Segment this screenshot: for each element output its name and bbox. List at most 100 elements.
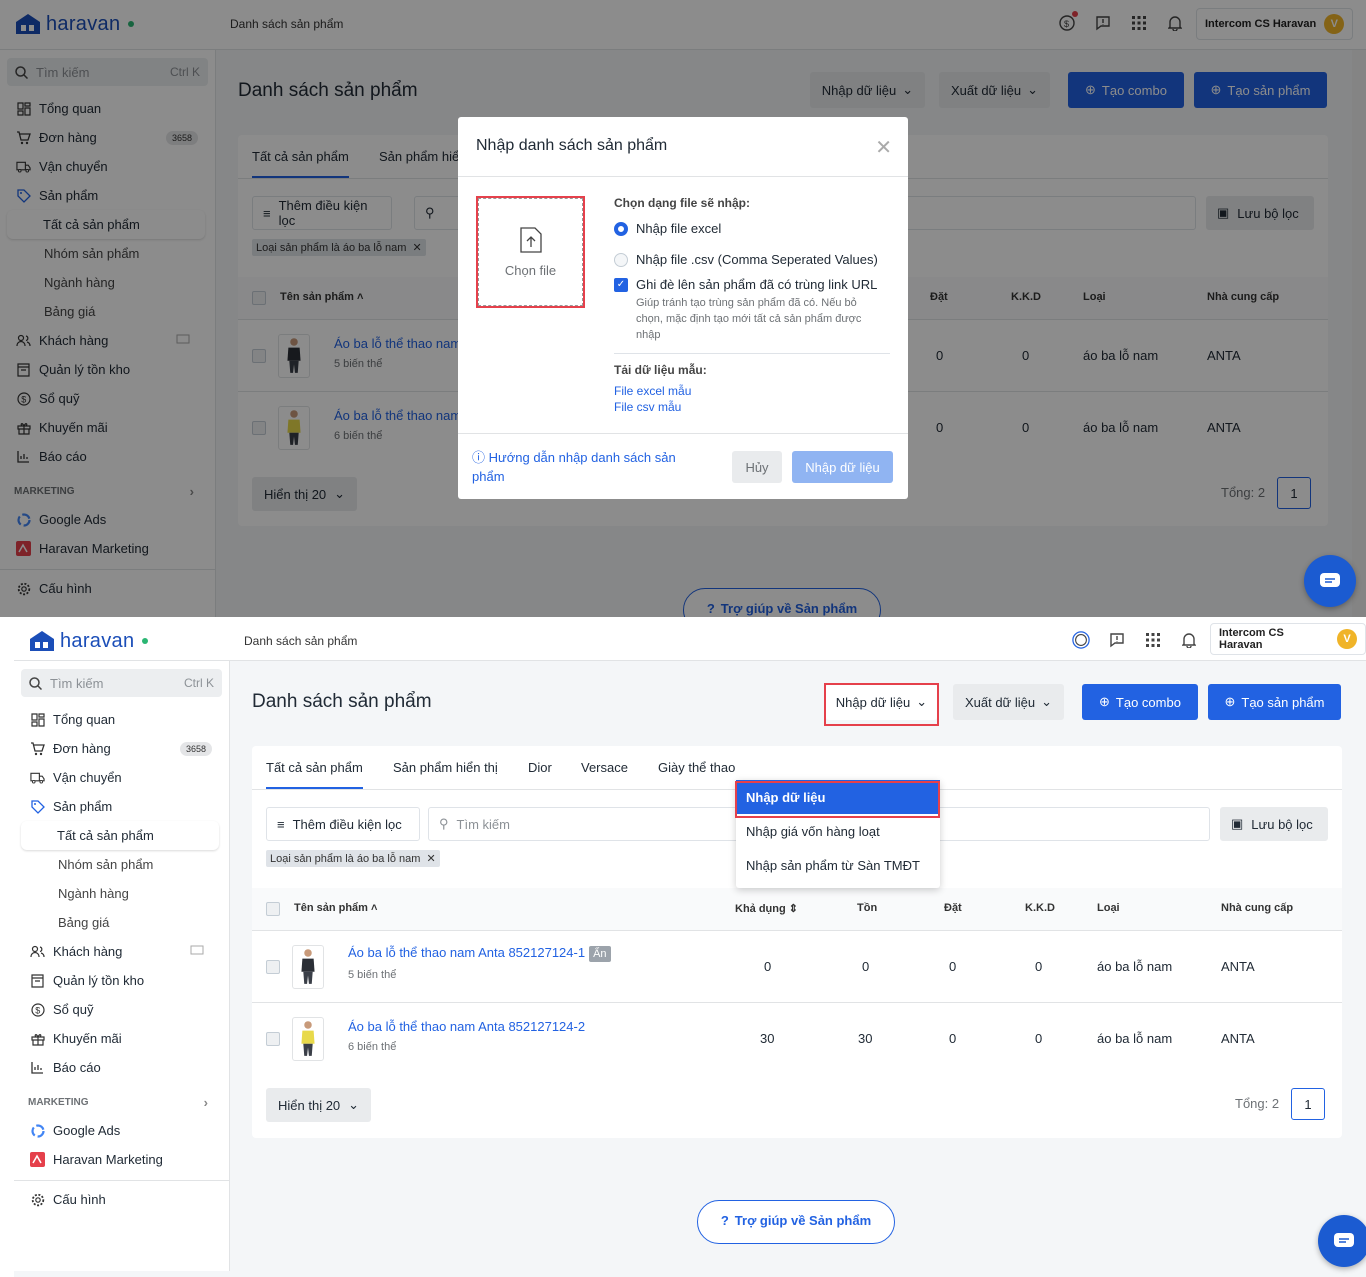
sidebar-item-orders[interactable]: Đơn hàng 3658 (14, 734, 230, 763)
chat-launcher[interactable] (1304, 555, 1356, 607)
table-row[interactable]: Áo ba lỗ thể thao nam Anta 852127124-1 Ẩn… (252, 930, 1342, 1002)
sidebar-item-promotions[interactable]: Khuyến mãi (14, 1024, 230, 1053)
page-size-select[interactable]: Hiển thị 20 ⌄ (266, 1088, 372, 1122)
tab-sneakers[interactable]: Giày thể thao (658, 760, 735, 775)
chevron-right-icon: › (203, 1094, 208, 1110)
breadcrumb: Danh sách sản phẩm (244, 634, 358, 648)
tab-visible-products[interactable]: Sản phẩm hiển thị (393, 760, 498, 775)
help-button[interactable]: ? Trợ giúp về Sản phẩm (697, 1200, 895, 1244)
close-icon[interactable]: ✕ (875, 135, 892, 160)
guide-link[interactable]: ⓘ Hướng dẫn nhập danh sách sản phẩm (472, 448, 702, 486)
chevron-down-icon: ⌄ (348, 1097, 360, 1112)
dropdown-item-import-marketplace[interactable]: Nhập sản phẩm từ Sàn TMĐT (736, 848, 940, 882)
apps-grid-icon[interactable] (1144, 631, 1162, 649)
cart-icon (30, 741, 45, 756)
row-checkbox[interactable] (266, 960, 280, 974)
sync-icon[interactable] (1072, 631, 1090, 649)
product-name-link[interactable]: Áo ba lỗ thể thao nam Anta 852127124-2 (348, 1019, 585, 1034)
save-filter-button[interactable]: ▣ Lưu bộ lọc (1220, 807, 1328, 841)
sidebar-item-categories[interactable]: Ngành hàng (14, 879, 230, 908)
cancel-button[interactable]: Hủy (732, 451, 782, 483)
sidebar-item-products[interactable]: Sản phẩm (14, 792, 230, 821)
table-row[interactable]: Áo ba lỗ thể thao nam Anta 852127124-2 6… (252, 1002, 1342, 1074)
sidebar-item-label: Bảng giá (58, 915, 110, 930)
kkd-value: 0 (1035, 959, 1043, 974)
chat-launcher[interactable] (1318, 1215, 1366, 1267)
col-available[interactable]: Khả dụng ⇕ (735, 902, 798, 915)
tag-icon (30, 799, 45, 814)
sample-excel-link[interactable]: File excel mẫu (614, 384, 691, 398)
vendor-value: ANTA (1221, 959, 1255, 974)
sidebar-item-label: Google Ads (53, 1123, 121, 1138)
sidebar-item-label: Tất cả sản phẩm (57, 828, 154, 843)
col-vendor: Nhà cung cấp (1221, 902, 1294, 914)
col-name[interactable]: Tên sản phẩm ˄ (294, 902, 377, 914)
col-ordered: Đặt (944, 902, 962, 914)
close-icon[interactable]: ✕ (426, 852, 435, 865)
sample-label: Tải dữ liệu mẫu: (614, 363, 707, 377)
screen-icon (190, 944, 204, 959)
sidebar-item-label: Vận chuyển (53, 770, 122, 785)
chevron-down-icon: ⌄ (1041, 694, 1053, 709)
bell-icon[interactable] (1180, 631, 1198, 649)
filter-chip-label: Loại sản phẩm là áo ba lỗ nam (270, 852, 421, 865)
sidebar-item-all-products[interactable]: Tất cả sản phẩm (21, 821, 219, 850)
product-name-label: Áo ba lỗ thể thao nam Anta 852127124-1 (348, 945, 586, 960)
radio-csv[interactable]: Nhập file .csv (Comma Seperated Values) (614, 252, 878, 267)
dropdown-item-import-cost[interactable]: Nhập giá vốn hàng loạt (736, 814, 940, 848)
format-label: Chọn dạng file sẽ nhập: (614, 196, 751, 210)
sample-csv-link[interactable]: File csv mẫu (614, 400, 681, 414)
sidebar-item-settings[interactable]: Cấu hình (14, 1185, 230, 1214)
modal-title: Nhập danh sách sản phẩm (458, 117, 908, 177)
checkmark-icon[interactable]: ✓ (614, 277, 628, 292)
sidebar-search[interactable]: Tìm kiếm Ctrl K (21, 669, 222, 697)
sidebar-item-shipping[interactable]: Vận chuyển (14, 763, 230, 792)
logo-icon (30, 631, 54, 651)
screenshot-import-dropdown: haravan Danh sách sản phẩm Intercom CS H… (0, 617, 1366, 1277)
highlight-box (824, 683, 939, 726)
add-filter-button[interactable]: ≡ Thêm điều kiện lọc (266, 807, 420, 841)
row-checkbox[interactable] (266, 1032, 280, 1046)
sidebar-item-google-ads[interactable]: Google Ads (14, 1116, 230, 1145)
sidebar-item-inventory[interactable]: Quản lý tồn kho (14, 966, 230, 995)
product-name-link[interactable]: Áo ba lỗ thể thao nam Anta 852127124-1 Ẩn (348, 945, 611, 962)
guide-label: Hướng dẫn nhập danh sách sản phẩm (472, 450, 676, 484)
radio-excel[interactable]: Nhập file excel (614, 221, 721, 236)
gift-icon (30, 1031, 45, 1046)
col-available-label: Khả dụng (735, 903, 786, 915)
chat-icon (1334, 1233, 1354, 1247)
select-all-checkbox[interactable] (266, 902, 280, 916)
tab-versace[interactable]: Versace (581, 760, 628, 775)
table-header: Tên sản phẩm ˄ Khả dụng ⇕ Tồn Đặt K.K.D … (252, 888, 1342, 930)
page-number[interactable]: 1 (1291, 1088, 1325, 1120)
sidebar-item-label: Nhóm sản phẩm (58, 857, 154, 872)
create-combo-button[interactable]: ⊕ Tạo combo (1082, 684, 1198, 720)
dashboard-icon (30, 712, 45, 727)
sidebar-item-overview[interactable]: Tổng quan (14, 705, 230, 734)
sidebar-item-cashbook[interactable]: $ Sổ quỹ (14, 995, 230, 1024)
marketing-section[interactable]: MARKETING › (14, 1088, 230, 1116)
feedback-icon[interactable] (1108, 631, 1126, 649)
highlight-box (476, 196, 585, 308)
overwrite-checkbox[interactable]: ✓ Ghi đè lên sản phẩm đã có trùng link UR… (614, 277, 877, 292)
radio-button[interactable] (614, 221, 628, 236)
tab-dior[interactable]: Dior (528, 760, 552, 775)
create-product-button[interactable]: ⊕ Tạo sản phẩm (1208, 684, 1341, 720)
type-value: áo ba lỗ nam (1097, 1031, 1173, 1046)
col-kkd: K.K.D (1025, 902, 1055, 914)
sidebar-item-reports[interactable]: Báo cáo (14, 1053, 230, 1082)
variant-count: 5 biến thể (348, 969, 397, 981)
submit-import-button[interactable]: Nhập dữ liệu (792, 451, 893, 483)
inventory-icon (30, 973, 45, 988)
user-menu[interactable]: Intercom CS Haravan V (1210, 623, 1366, 655)
chart-icon (30, 1060, 45, 1075)
tab-all-products[interactable]: Tất cả sản phẩm (266, 760, 363, 789)
sidebar-item-product-groups[interactable]: Nhóm sản phẩm (14, 850, 230, 879)
export-button[interactable]: Xuất dữ liệu ⌄ (953, 684, 1064, 720)
sidebar-item-customers[interactable]: Khách hàng (14, 937, 230, 966)
sidebar-item-haravan-marketing[interactable]: Haravan Marketing (14, 1145, 230, 1174)
save-filter-label: Lưu bộ lọc (1251, 816, 1313, 832)
plus-circle-icon: ⊕ (1224, 694, 1236, 709)
radio-button[interactable] (614, 252, 628, 267)
sidebar-item-price-list[interactable]: Bảng giá (14, 908, 230, 937)
